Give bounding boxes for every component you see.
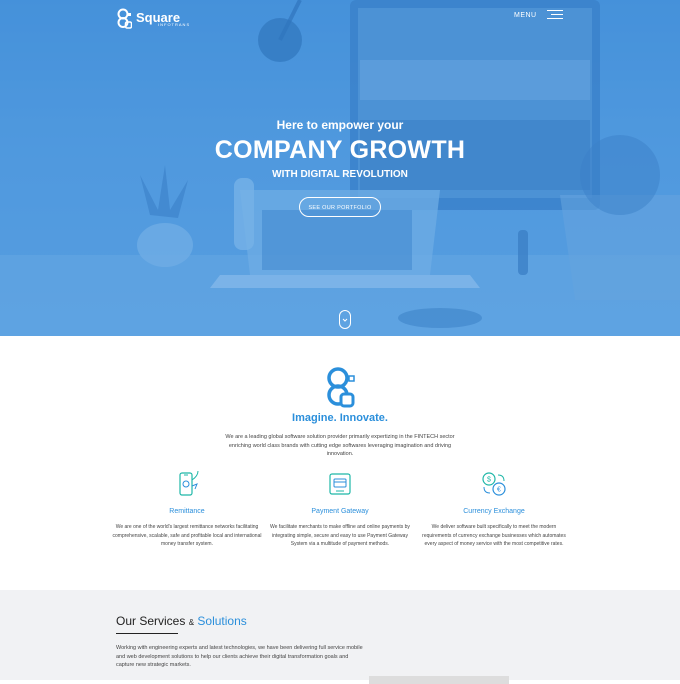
hero-kicker: Here to empower your (276, 118, 404, 132)
hero-section: Square INFOTRANS MENU Here to empower yo… (0, 0, 680, 336)
feature-currency-exchange: $ € Currency Exchange We deliver softwar… (419, 470, 569, 549)
intro-section: Imagine. Innovate. We are a leading glob… (0, 336, 680, 590)
chevron-down-icon (342, 318, 348, 322)
svg-text:€: € (497, 487, 501, 494)
feature-title: Currency Exchange (463, 508, 525, 515)
services-image (369, 676, 509, 684)
scroll-down-button[interactable] (339, 310, 351, 329)
feature-description: We deliver software built specifically t… (422, 524, 566, 547)
services-description: Working with engineering experts and lat… (116, 645, 363, 668)
services-title: Our Services & Solutions (116, 614, 247, 628)
hamburger-icon (546, 10, 563, 20)
services-title-amp: & (188, 618, 195, 627)
services-title-part2: Solutions (197, 614, 247, 628)
feature-title: Payment Gateway (311, 508, 369, 515)
brand-mark-icon (327, 367, 355, 408)
svg-text:$: $ (487, 477, 491, 484)
mobile-remittance-icon (179, 470, 199, 496)
logo-mark-icon (117, 8, 132, 29)
hero-heading-block: Here to empower your COMPANY GROWTH WITH… (0, 118, 680, 180)
portfolio-button[interactable]: SEE OUR PORTFOLIO (299, 197, 381, 217)
payment-gateway-icon (329, 473, 351, 495)
services-title-part1: Our Services (116, 614, 186, 628)
menu-label: MENU (514, 11, 537, 19)
top-navbar: Square INFOTRANS MENU (0, 0, 680, 40)
menu-button[interactable]: MENU (514, 10, 563, 20)
brand-logo[interactable]: Square INFOTRANS (116, 8, 190, 30)
intro-title: Imagine. Innovate. (292, 412, 388, 424)
hero-title: COMPANY GROWTH (214, 136, 466, 164)
feature-description: We facilitate merchants to make offline … (270, 524, 410, 547)
section-divider (116, 633, 178, 634)
logo-subtitle: INFOTRANS (158, 22, 191, 27)
currency-exchange-icon: $ € (482, 472, 506, 496)
feature-remittance: Remittance We are one of the world's lar… (112, 470, 262, 549)
hero-subtitle: WITH DIGITAL REVOLUTION (272, 169, 408, 180)
feature-title: Remittance (169, 508, 205, 515)
intro-description: We are a leading global software solutio… (225, 434, 455, 457)
feature-description: We are one of the world's largest remitt… (112, 524, 262, 547)
services-section: Our Services & Solutions Working with en… (0, 590, 680, 684)
feature-payment-gateway: Payment Gateway We facilitate merchants … (265, 470, 415, 549)
